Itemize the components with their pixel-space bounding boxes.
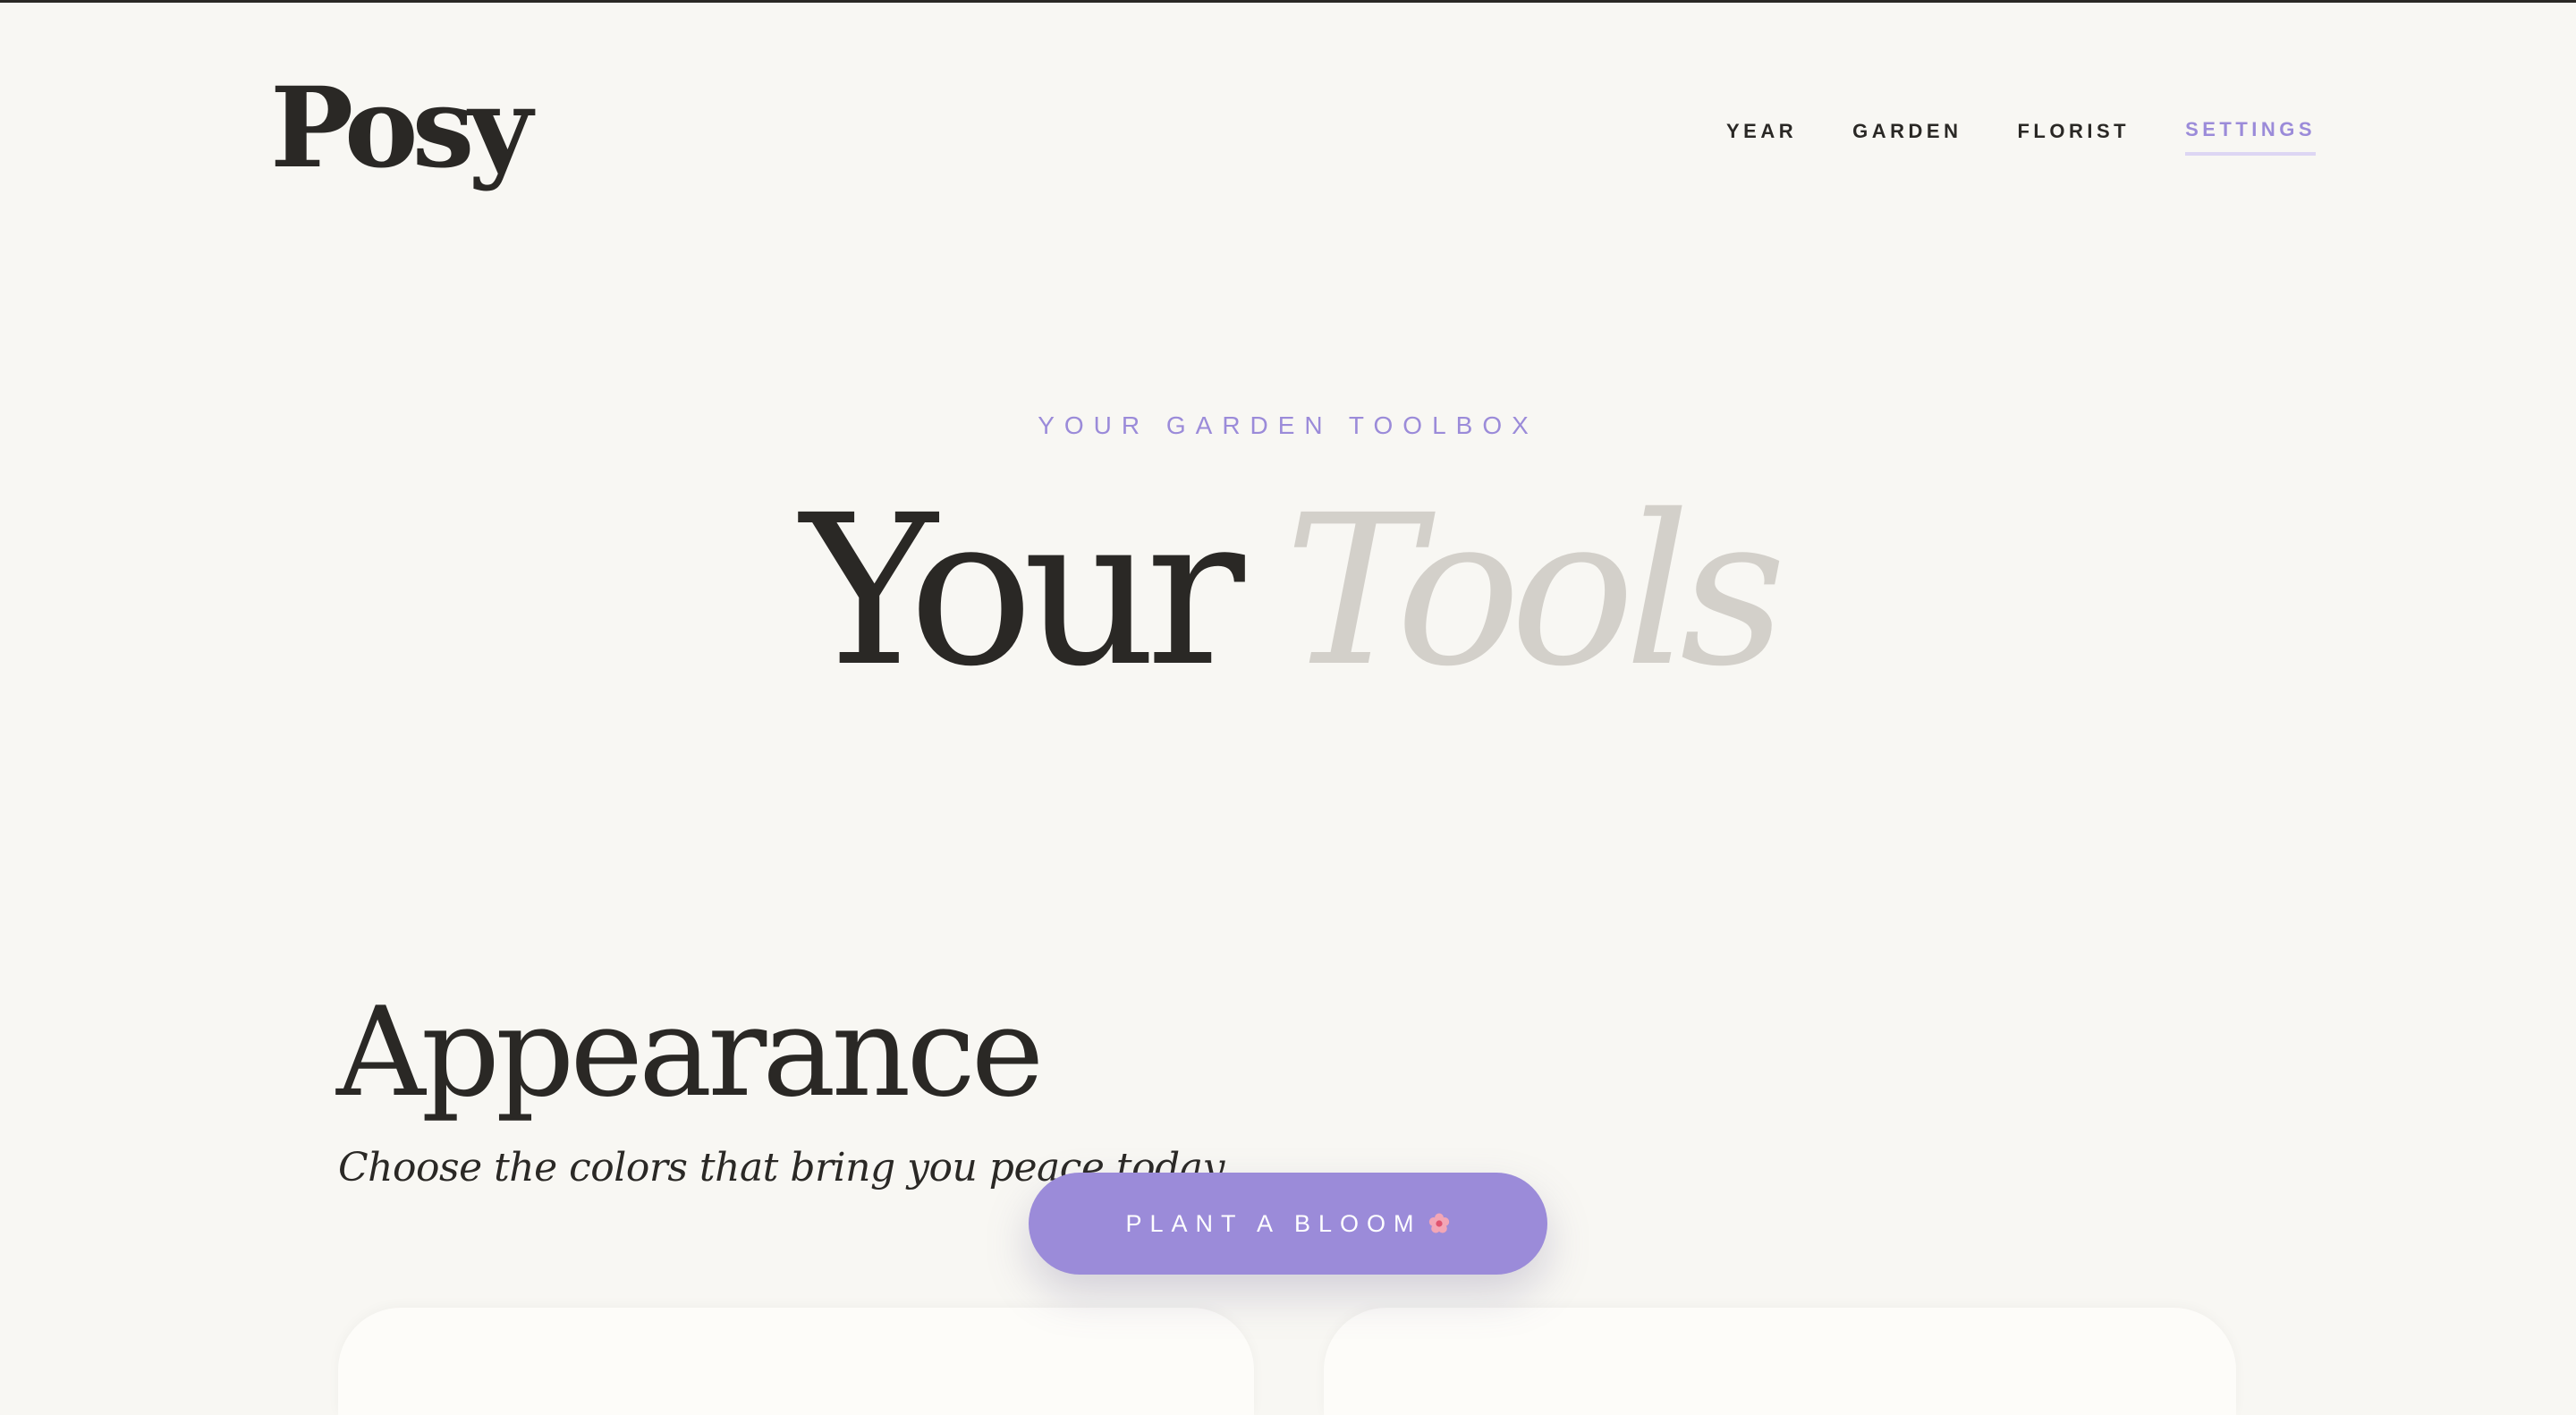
top-border <box>0 0 2576 3</box>
nav-item-settings[interactable]: SETTINGS <box>2185 118 2317 156</box>
appearance-card-right[interactable] <box>1324 1308 2236 1415</box>
nav-item-year[interactable]: YEAR <box>1726 120 1797 154</box>
page-eyebrow: YOUR GARDEN TOOLBOX <box>1038 411 1538 439</box>
page-title-accent: Tools <box>1284 470 1786 712</box>
logo[interactable]: Posy <box>270 73 532 184</box>
flower-icon <box>1428 1212 1451 1235</box>
plant-a-bloom-button[interactable]: PLANT A BLOOM <box>1029 1173 1547 1275</box>
main-nav: YEAR GARDEN FLORIST SETTINGS <box>1726 118 2317 156</box>
plant-a-bloom-label: PLANT A BLOOM <box>1125 1209 1422 1237</box>
appearance-card-left[interactable] <box>338 1308 1254 1415</box>
section-title-appearance: Appearance <box>336 980 1044 1124</box>
nav-item-florist[interactable]: FLORIST <box>2017 120 2130 154</box>
nav-item-garden[interactable]: GARDEN <box>1852 120 1962 154</box>
page-title-main: Your <box>800 470 1245 712</box>
page-title: Your Tools <box>0 487 2576 695</box>
